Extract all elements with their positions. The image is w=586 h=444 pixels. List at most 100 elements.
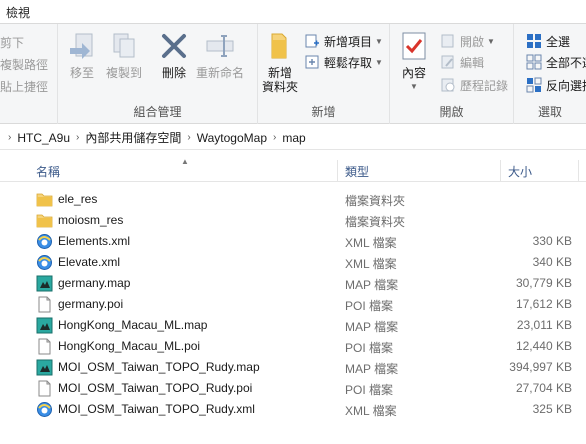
new-item-icon	[305, 34, 319, 48]
file-name: Elevate.xml	[58, 255, 121, 269]
breadcrumb-item[interactable]: WaytogoMap	[197, 131, 267, 145]
map-file-icon	[36, 359, 53, 376]
sort-ascending-icon: ▲	[181, 157, 189, 166]
blank-file-icon	[36, 338, 53, 355]
folder-icon	[36, 212, 53, 229]
file-type: POI 檔案	[345, 341, 394, 355]
open-dropdown-icon: ▼	[487, 36, 495, 46]
new-group-label: 新增	[311, 105, 336, 119]
history-button[interactable]: 歷程記錄	[440, 75, 508, 95]
select-none-button[interactable]: 全部不選	[526, 52, 586, 72]
properties-label: 內容	[401, 66, 426, 80]
file-type: POI 檔案	[345, 383, 394, 397]
file-row[interactable]: Elements.xml XML 檔案 330 KB	[0, 231, 586, 252]
open-group-label: 開啟	[439, 105, 464, 119]
file-type: XML 檔案	[345, 257, 397, 271]
open-group: 內容 ▼ 開啟 ▼ 編輯 歷程記錄 開啟	[390, 24, 514, 124]
column-header-type[interactable]: 類型	[345, 163, 369, 180]
file-type: MAP 檔案	[345, 362, 399, 376]
breadcrumb-item[interactable]: map	[282, 131, 305, 145]
edit-icon	[441, 55, 454, 69]
file-size: 12,440 KB	[515, 339, 572, 353]
file-name: MOI_OSM_Taiwan_TOPO_Rudy.map	[58, 360, 260, 374]
file-size: 340 KB	[532, 255, 572, 269]
file-name: HongKong_Macau_ML.poi	[58, 339, 201, 353]
file-name: MOI_OSM_Taiwan_TOPO_Rudy.poi	[58, 381, 253, 395]
copy-path-label: 複製路徑	[0, 57, 49, 72]
file-row[interactable]: germany.poi POI 檔案 17,612 KB	[0, 294, 586, 315]
map-file-icon	[36, 317, 53, 334]
breadcrumb-item[interactable]: HTC_A9u	[17, 131, 70, 145]
file-name: ele_res	[58, 192, 98, 206]
breadcrumb-separator-icon: ›	[187, 132, 191, 143]
breadcrumb-separator-icon: ›	[8, 132, 12, 143]
paste-shortcut-button[interactable]: 貼上捷徑	[0, 76, 48, 96]
breadcrumb[interactable]: › HTC_A9u › 內部共用儲存空間 › WaytogoMap › map	[0, 126, 586, 150]
easy-access-button[interactable]: 輕鬆存取 ▼	[304, 52, 383, 72]
organize-group: 移至 複製到 刪除 重新命名 組合管理	[58, 24, 258, 124]
file-row[interactable]: HongKong_Macau_ML.poi POI 檔案 12,440 KB	[0, 336, 586, 357]
open-button[interactable]: 開啟 ▼	[440, 31, 495, 51]
column-divider[interactable]	[337, 160, 338, 182]
history-label: 歷程記錄	[460, 78, 509, 93]
file-row[interactable]: ele_res 檔案資料夾	[0, 189, 586, 210]
move-to-button[interactable]: 移至	[66, 30, 98, 80]
rename-button[interactable]: 重新命名	[196, 30, 244, 80]
column-header-row: ▲ 名稱 類型 大小	[0, 157, 586, 182]
delete-button[interactable]: 刪除	[158, 30, 190, 80]
new-item-button[interactable]: 新增項目 ▼	[304, 31, 383, 51]
file-type: MAP 檔案	[345, 278, 399, 292]
column-header-name[interactable]: 名稱	[36, 163, 60, 180]
select-group-label: 選取	[537, 105, 562, 119]
cut-button[interactable]: 剪下	[0, 32, 24, 52]
file-name: moiosm_res	[58, 213, 124, 227]
file-row[interactable]: HongKong_Macau_ML.map MAP 檔案 23,011 KB	[0, 315, 586, 336]
new-folder-icon	[271, 33, 287, 59]
file-row[interactable]: Elevate.xml XML 檔案 340 KB	[0, 252, 586, 273]
properties-dropdown-icon: ▼	[410, 82, 418, 91]
copy-to-button[interactable]: 複製到	[106, 30, 142, 80]
open-icon	[441, 34, 454, 48]
file-row[interactable]: germany.map MAP 檔案 30,779 KB	[0, 273, 586, 294]
tab-view[interactable]: 檢視	[6, 4, 30, 21]
properties-button[interactable]: 內容 ▼	[398, 30, 430, 94]
file-row[interactable]: MOI_OSM_Taiwan_TOPO_Rudy.xml XML 檔案 325 KB	[0, 399, 586, 420]
edit-button[interactable]: 編輯	[440, 52, 484, 72]
select-none-icon	[526, 54, 542, 70]
breadcrumb-separator-icon: ›	[76, 132, 80, 143]
file-row[interactable]: MOI_OSM_Taiwan_TOPO_Rudy.poi POI 檔案 27,704…	[0, 378, 586, 399]
file-type: POI 檔案	[345, 299, 394, 313]
select-all-label: 全選	[546, 34, 571, 49]
file-size: 394,997 KB	[509, 360, 572, 374]
file-type: 檔案資料夾	[345, 194, 406, 208]
select-all-icon	[527, 34, 541, 48]
xml-file-icon	[36, 254, 53, 271]
move-to-icon	[70, 33, 93, 59]
file-name: MOI_OSM_Taiwan_TOPO_Rudy.xml	[58, 402, 255, 416]
select-none-label: 全部不選	[546, 55, 586, 70]
breadcrumb-separator-icon: ›	[273, 132, 277, 143]
file-row[interactable]: MOI_OSM_Taiwan_TOPO_Rudy.map MAP 檔案 394,99…	[0, 357, 586, 378]
easy-access-icon	[305, 55, 319, 69]
rename-icon	[206, 35, 234, 57]
blank-file-icon	[36, 296, 53, 313]
invert-selection-label: 反向選擇	[546, 78, 586, 93]
new-folder-button[interactable]: 新增 資料夾	[262, 30, 298, 94]
column-header-size[interactable]: 大小	[508, 163, 532, 180]
file-type: XML 檔案	[345, 236, 397, 250]
file-name: germany.poi	[58, 297, 124, 311]
xml-file-icon	[36, 233, 53, 250]
breadcrumb-item[interactable]: 內部共用儲存空間	[85, 129, 181, 146]
easy-access-dropdown-icon: ▼	[375, 57, 383, 67]
file-type: XML 檔案	[345, 404, 397, 418]
copy-path-button[interactable]: 複製路徑	[0, 54, 48, 74]
invert-selection-button[interactable]: 反向選擇	[526, 75, 586, 95]
delete-icon	[162, 34, 186, 58]
file-row[interactable]: moiosm_res 檔案資料夾	[0, 210, 586, 231]
select-all-button[interactable]: 全選	[526, 31, 570, 51]
select-group: 全選 全部不選 反向選擇 選取	[514, 24, 586, 124]
column-divider[interactable]	[578, 160, 579, 182]
file-name: germany.map	[58, 276, 131, 290]
column-divider[interactable]	[500, 160, 501, 182]
open-label: 開啟	[460, 34, 485, 49]
